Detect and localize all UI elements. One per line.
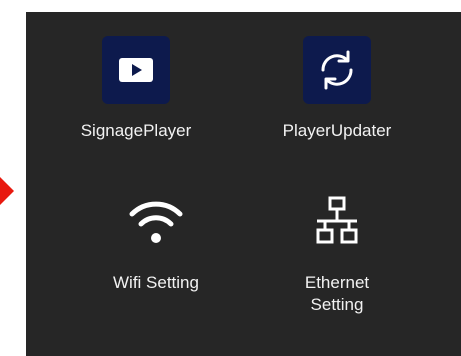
app-label-line1: Ethernet [304, 273, 370, 292]
app-playerupdater[interactable]: PlayerUpdater [267, 36, 407, 142]
play-icon [102, 36, 170, 104]
screen: SignagePlayer PlayerUpdater Wifi Setting… [0, 0, 461, 356]
ethernet-network-icon [303, 188, 371, 256]
sync-icon [303, 36, 371, 104]
app-label: Ethernet Setting [277, 272, 397, 316]
app-signageplayer[interactable]: SignagePlayer [66, 36, 206, 142]
launcher-panel: SignagePlayer PlayerUpdater Wifi Setting… [26, 12, 461, 356]
app-label: SignagePlayer [80, 121, 192, 140]
app-wifi-setting[interactable]: Wifi Setting [86, 188, 226, 294]
app-ethernet-setting[interactable]: Ethernet Setting [267, 188, 407, 316]
app-label-line2: Setting [310, 295, 364, 314]
wifi-icon [122, 188, 190, 256]
selection-arrow-marker [0, 177, 14, 205]
app-label: Wifi Setting [113, 273, 199, 292]
app-label: PlayerUpdater [282, 121, 392, 140]
